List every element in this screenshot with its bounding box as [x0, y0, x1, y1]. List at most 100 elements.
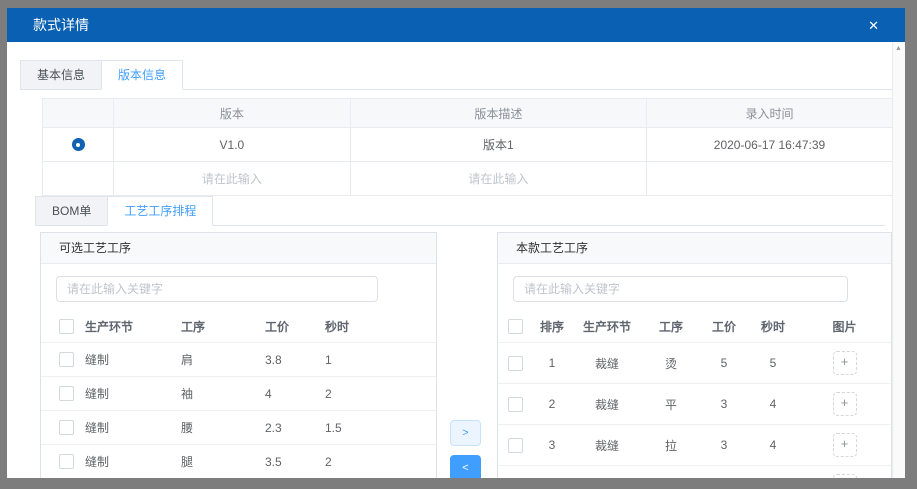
- header-process: 工序: [181, 318, 265, 335]
- modal-header: 款式详情 ✕: [7, 8, 905, 42]
- header-seconds: 秒时: [325, 318, 436, 335]
- cell-process: 袖: [181, 385, 265, 402]
- table-row: 缝制 袖 4 2: [41, 376, 436, 410]
- cell-stage: 缝制: [85, 419, 181, 436]
- cell-price: 3.8: [265, 353, 325, 367]
- header-stage: 生产环节: [85, 318, 181, 335]
- add-image-button[interactable]: +: [833, 351, 857, 375]
- cell-seconds: 2: [325, 387, 436, 401]
- cell-process: 肩: [181, 351, 265, 368]
- available-table-header: 生产环节 工序 工价 秒时: [41, 310, 436, 342]
- row-checkbox[interactable]: [59, 352, 74, 367]
- row-checkbox[interactable]: [508, 397, 523, 412]
- main-tabbar: 基本信息 版本信息: [20, 60, 893, 90]
- available-process-panel: 可选工艺工序 生产环节 工序 工价 秒时 缝制 肩 3.8 1 缝制 袖 4: [40, 232, 437, 478]
- modal-title: 款式详情: [33, 15, 89, 35]
- cell-seconds: 1.5: [325, 421, 436, 435]
- table-row: 3 裁缝 拉 3 4 +: [498, 424, 891, 465]
- cell-seconds: 4: [748, 438, 798, 452]
- col-version: 版本: [114, 99, 351, 128]
- col-desc: 版本描述: [350, 99, 646, 128]
- cell-process: 腰: [181, 419, 265, 436]
- row-checkbox[interactable]: [59, 386, 74, 401]
- cell-price: 4: [265, 387, 325, 401]
- new-desc-input[interactable]: [364, 171, 632, 187]
- header-image: 图片: [798, 318, 891, 335]
- table-row: 1 裁缝 烫 5 5 +: [498, 342, 891, 383]
- cell-desc: 版本1: [350, 128, 646, 162]
- cell-process: 平: [642, 396, 700, 413]
- cell-stage: 裁缝: [572, 478, 642, 479]
- cell-order: 3: [532, 438, 572, 452]
- add-image-button[interactable]: +: [833, 392, 857, 416]
- cell-price: 3: [700, 397, 748, 411]
- cell-seconds: 4: [748, 397, 798, 411]
- table-row: 缝制 腿 3.5 2: [41, 444, 436, 478]
- row-checkbox[interactable]: [59, 420, 74, 435]
- new-version-input[interactable]: [125, 171, 339, 187]
- table-row: 缝制 肩 3.8 1: [41, 342, 436, 376]
- row-checkbox[interactable]: [508, 438, 523, 453]
- cell-stage: 缝制: [85, 453, 181, 470]
- header-order: 排序: [532, 318, 572, 335]
- cell-version: V1.0: [114, 128, 351, 162]
- version-row: V1.0 版本1 2020-06-17 16:47:39: [43, 128, 893, 162]
- radio-column-header: [43, 99, 114, 128]
- selected-search-input[interactable]: [513, 276, 848, 302]
- selected-table-header: 排序 生产环节 工序 工价 秒时 图片: [498, 310, 891, 342]
- cell-order: 1: [532, 356, 572, 370]
- cell-time: 2020-06-17 16:47:39: [647, 128, 893, 162]
- available-panel-title: 可选工艺工序: [41, 233, 436, 264]
- row-checkbox[interactable]: [508, 356, 523, 371]
- selected-process-panel: 本款工艺工序 排序 生产环节 工序 工价 秒时 图片 1 裁缝 烫 5 5 +: [497, 232, 892, 478]
- cell-price: 2.3: [265, 421, 325, 435]
- cell-stage: 裁缝: [572, 437, 642, 454]
- row-checkbox[interactable]: [59, 454, 74, 469]
- cell-order: 2: [532, 397, 572, 411]
- move-left-button[interactable]: <: [450, 455, 481, 478]
- page-background: 款式详情 ✕ 基本信息 版本信息 版本 版本描述 录入时间 V1.0 版本1 2…: [0, 0, 917, 489]
- table-row: 2 裁缝 平 3 4 +: [498, 383, 891, 424]
- cell-stage: 裁缝: [572, 355, 642, 372]
- table-row: 缝制 腰 2.3 1.5: [41, 410, 436, 444]
- cell-stage: 缝制: [85, 351, 181, 368]
- header-seconds: 秒时: [748, 318, 798, 335]
- header-price: 工价: [265, 318, 325, 335]
- scroll-up-icon[interactable]: ▲: [895, 45, 902, 52]
- version-radio-selected[interactable]: [72, 138, 85, 151]
- cell-stage: 缝制: [85, 385, 181, 402]
- style-detail-modal: 款式详情 ✕ 基本信息 版本信息 版本 版本描述 录入时间 V1.0 版本1 2…: [7, 8, 905, 478]
- cell-seconds: 2: [325, 455, 436, 469]
- cell-price: 5: [700, 356, 748, 370]
- table-row: 4 裁缝 肩头 2.5 1.5 +: [498, 465, 891, 478]
- cell-process: 腿: [181, 453, 265, 470]
- header-process: 工序: [642, 318, 700, 335]
- version-table-header-row: 版本 版本描述 录入时间: [43, 99, 893, 128]
- cell-price: 3.5: [265, 455, 325, 469]
- move-right-button[interactable]: >: [450, 420, 481, 446]
- new-version-row: [43, 162, 893, 196]
- cell-process: 肩头: [642, 478, 700, 479]
- add-image-button[interactable]: +: [833, 433, 857, 457]
- header-stage: 生产环节: [572, 318, 642, 335]
- version-table: 版本 版本描述 录入时间 V1.0 版本1 2020-06-17 16:47:3…: [42, 98, 893, 196]
- cell-process: 拉: [642, 437, 700, 454]
- selected-panel-title: 本款工艺工序: [498, 233, 891, 264]
- detail-tabbar: BOM单 工艺工序排程: [35, 196, 885, 226]
- add-image-button[interactable]: +: [833, 474, 857, 478]
- cell-stage: 裁缝: [572, 396, 642, 413]
- header-price: 工价: [700, 318, 748, 335]
- tab-bom[interactable]: BOM单: [35, 196, 107, 226]
- tab-version-info[interactable]: 版本信息: [101, 60, 183, 90]
- cell-seconds: 1: [325, 353, 436, 367]
- cell-price: 3: [700, 438, 748, 452]
- select-all-checkbox[interactable]: [508, 319, 523, 334]
- close-icon[interactable]: ✕: [868, 19, 879, 32]
- select-all-checkbox[interactable]: [59, 319, 74, 334]
- col-time: 录入时间: [647, 99, 893, 128]
- available-search-input[interactable]: [56, 276, 378, 302]
- cell-process: 烫: [642, 355, 700, 372]
- tab-basic-info[interactable]: 基本信息: [20, 60, 101, 90]
- vertical-scrollbar[interactable]: ▲: [892, 42, 905, 478]
- tab-process-schedule[interactable]: 工艺工序排程: [107, 196, 213, 226]
